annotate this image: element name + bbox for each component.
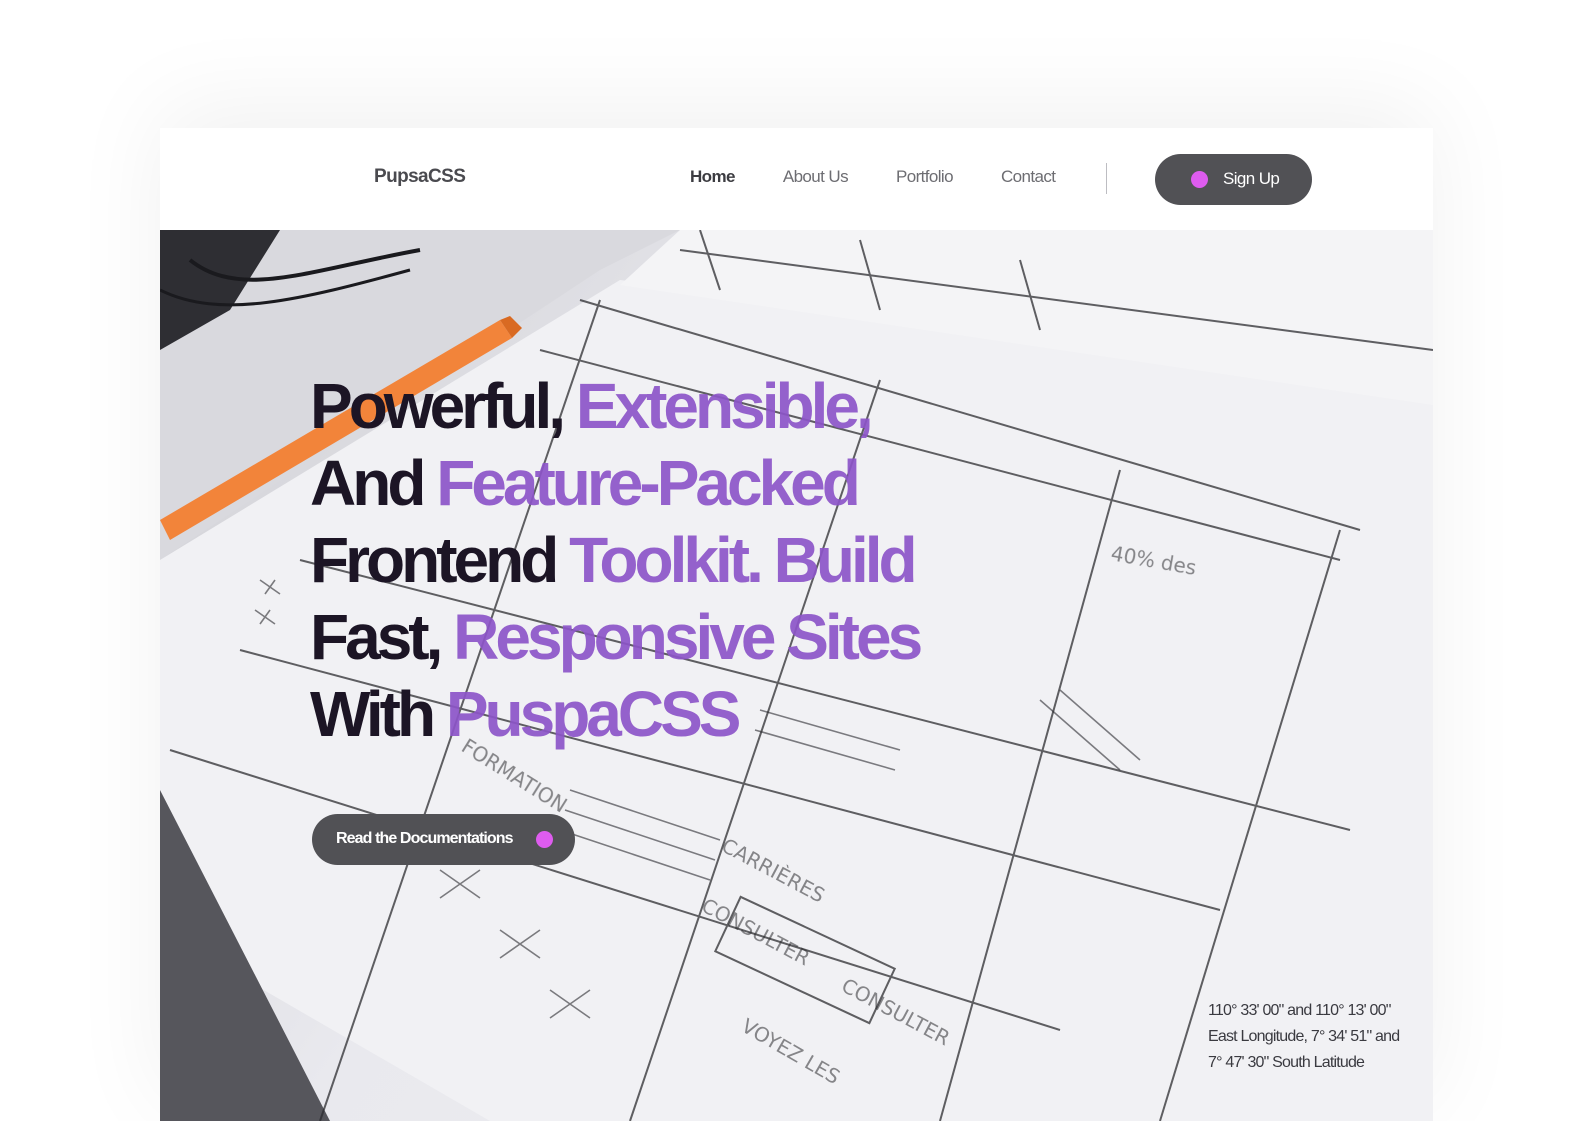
nav-divider <box>1106 163 1107 194</box>
read-documentation-button[interactable]: Read the Documentations <box>312 814 575 865</box>
headline-accent-text: Feature-Packed <box>436 447 861 519</box>
dot-icon <box>1191 171 1208 188</box>
headline-text: Fast, <box>310 601 454 673</box>
nav-item-home[interactable]: Home <box>690 167 735 187</box>
headline-line: Frontend Toolkit. Build <box>310 522 1010 599</box>
headline-accent-text: Responsive Sites <box>453 601 923 673</box>
main-menu: Home About Us Portfolio Contact <box>690 167 1056 187</box>
nav-item-portfolio[interactable]: Portfolio <box>896 167 954 187</box>
hero-section: 40% des CARRIÈRES CONSULTER CONSULTER VO… <box>160 230 1433 1121</box>
headline-text: And <box>310 447 437 519</box>
coordinates-text: 110° 33' 00" and 110° 13' 00" East Longi… <box>1208 998 1428 1076</box>
headline-accent-text: PuspaCSS <box>445 678 742 750</box>
page-frame: PupsaCSS Home About Us Portfolio Contact… <box>160 128 1433 1121</box>
coordinates-line: 7° 47' 30" South Latitude <box>1208 1054 1365 1071</box>
headline-accent-text: Extensible, <box>575 370 874 442</box>
headline-accent-text: Toolkit. Build <box>569 524 918 596</box>
cta-label: Read the Documentations <box>336 830 514 847</box>
headline-text: Frontend <box>310 524 570 596</box>
top-navigation: PupsaCSS Home About Us Portfolio Contact… <box>160 128 1433 230</box>
headline-line: With PuspaCSS <box>310 676 1010 753</box>
headline-line: And Feature-Packed <box>310 445 1010 522</box>
brand-logo[interactable]: PupsaCSS <box>374 166 466 188</box>
headline-text: Powerful, <box>310 370 576 442</box>
coordinates-line: 110° 33' 00" and 110° 13' 00" <box>1208 1002 1391 1019</box>
headline-line: Fast, Responsive Sites <box>310 599 1010 676</box>
headline-text: With <box>310 678 446 750</box>
nav-item-contact[interactable]: Contact <box>1001 167 1056 187</box>
headline-line: Powerful, Extensible, <box>310 368 1010 445</box>
hero-headline: Powerful, Extensible, And Feature-Packed… <box>310 368 1010 753</box>
sign-up-label: Sign Up <box>1223 169 1280 188</box>
coordinates-line: East Longitude, 7° 34' 51" and <box>1208 1028 1400 1045</box>
sign-up-button[interactable]: Sign Up <box>1155 154 1312 205</box>
nav-item-about-us[interactable]: About Us <box>783 167 849 187</box>
dot-icon <box>536 831 553 848</box>
